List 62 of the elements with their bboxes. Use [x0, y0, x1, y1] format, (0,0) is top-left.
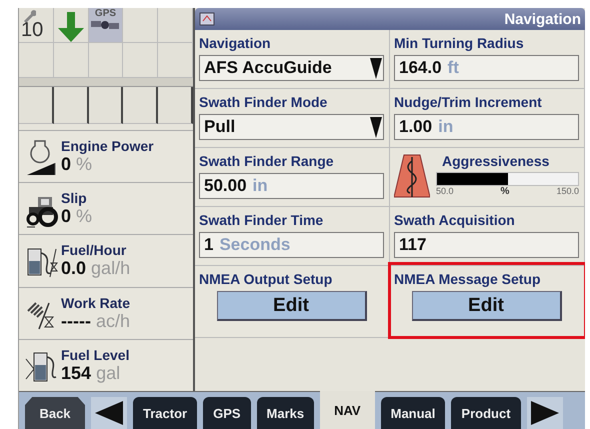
input-field[interactable]: 50.00 in: [199, 173, 384, 199]
status-cell: [88, 87, 124, 124]
input-field[interactable]: 164.0 ft: [394, 55, 579, 81]
scale-unit: %: [500, 186, 510, 197]
satellite-icon: [91, 19, 120, 31]
metronome-icon: [394, 153, 430, 199]
setting-label: Aggressiveness: [442, 153, 550, 169]
setting-label: Swath Acquisition: [394, 212, 516, 228]
readout-label: Fuel Level: [61, 346, 130, 363]
dropdown[interactable]: Pull: [199, 114, 384, 140]
setting-label: Swath Finder Range: [199, 153, 335, 169]
readout-value: -----: [61, 310, 91, 331]
setting-label: Min Turning Radius: [394, 35, 525, 51]
readout-value: 0: [61, 154, 72, 174]
setting-label: Nudge/Trim Increment: [394, 94, 543, 110]
down-arrow-icon: [58, 12, 84, 42]
input-field[interactable]: 1.00 in: [394, 114, 579, 140]
setting-label: NMEA Message Setup: [394, 271, 542, 287]
status-cell: [19, 87, 54, 124]
input-field[interactable]: 1 Seconds: [199, 232, 384, 258]
tab[interactable]: NAV: [320, 391, 375, 429]
fault-count: 10: [21, 19, 44, 42]
scale-max: 150.0: [556, 186, 579, 197]
tab[interactable]: Tractor: [133, 397, 198, 429]
status-cell: [158, 87, 193, 124]
setting-label: Swath Finder Mode: [199, 94, 328, 110]
panel-title: Navigation: [504, 10, 581, 28]
setting-label: NMEA Output Setup: [199, 271, 334, 287]
dropdown-arrow-icon: [369, 56, 383, 80]
edit-button[interactable]: Edit: [412, 291, 562, 321]
tab[interactable]: Manual: [380, 397, 446, 429]
dropdown[interactable]: AFS AccuGuide: [199, 55, 384, 81]
tab[interactable]: Product: [451, 397, 521, 429]
app-logo-icon: [199, 12, 215, 26]
readout-unit: gal: [96, 362, 120, 383]
readout-value: 0: [61, 206, 72, 226]
readout-label: Work Rate: [61, 294, 130, 311]
scale-min: 50.0: [436, 186, 454, 197]
setting-label: Navigation: [199, 35, 272, 51]
input-field[interactable]: 117: [394, 232, 579, 258]
back-button[interactable]: Back: [25, 397, 85, 429]
tab[interactable]: Marks: [256, 397, 314, 429]
tab[interactable]: GPS: [203, 397, 251, 429]
status-cell: [158, 8, 193, 43]
gps-label: GPS: [94, 8, 116, 19]
edit-button[interactable]: Edit: [216, 291, 366, 321]
dropdown-arrow-icon: [369, 115, 383, 139]
status-cell: [54, 87, 89, 124]
scroll-right-icon[interactable]: [530, 399, 559, 427]
readout-unit: ac/h: [96, 310, 130, 331]
readout-unit: %: [76, 154, 92, 174]
readout-unit: gal/h: [91, 258, 130, 278]
status-cell: [123, 87, 158, 124]
readout-value: 0.0: [61, 258, 86, 278]
setting-label: Swath Finder Time: [199, 212, 324, 228]
readout-label: Slip: [61, 190, 88, 206]
readout-label: Engine Power: [61, 138, 154, 154]
scroll-left-icon[interactable]: [95, 399, 123, 427]
readout-label: Fuel/Hour: [61, 242, 128, 258]
readout-value: 154: [61, 362, 92, 383]
readout-unit: %: [76, 206, 92, 226]
wrench-icon: [22, 9, 36, 23]
